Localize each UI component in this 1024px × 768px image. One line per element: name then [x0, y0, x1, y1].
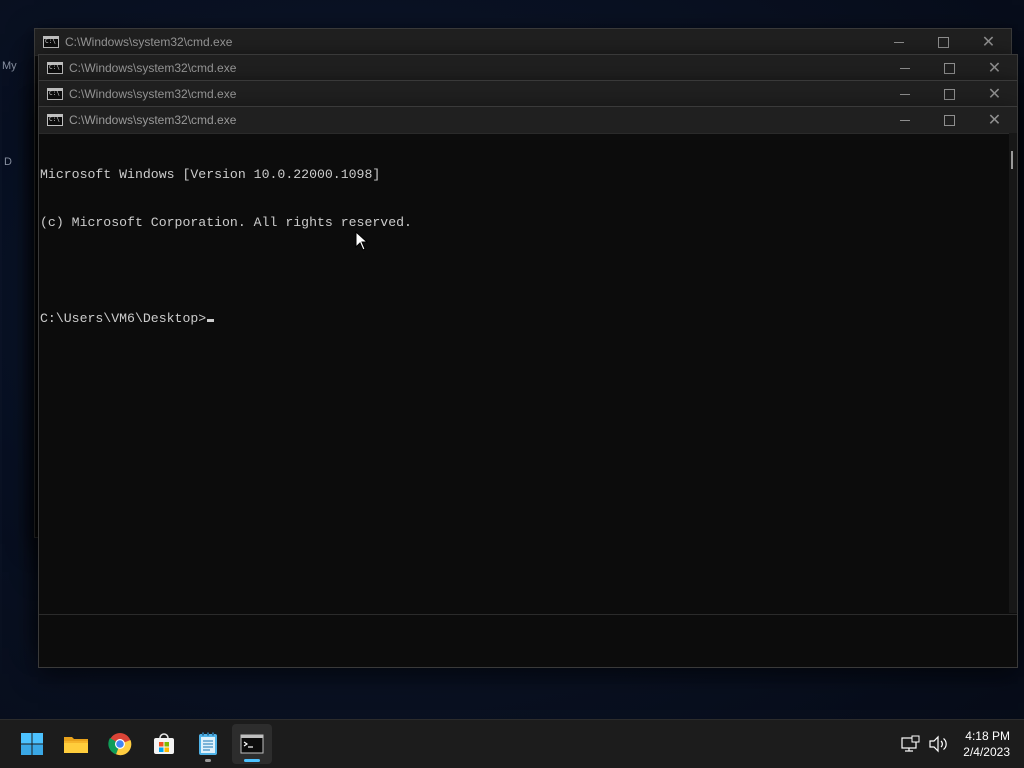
window-title: C:\Windows\system32\cmd.exe: [65, 35, 233, 49]
maximize-button[interactable]: [921, 29, 966, 55]
scrollbar-thumb[interactable]: [1011, 151, 1013, 169]
window-title: C:\Windows\system32\cmd.exe: [69, 113, 237, 127]
close-icon: ✕: [987, 58, 1002, 77]
minimize-button[interactable]: [882, 107, 927, 133]
maximize-icon: [944, 62, 955, 74]
taskbar-cmd-button[interactable]: [232, 724, 272, 764]
window-title: C:\Windows\system32\cmd.exe: [69, 87, 237, 101]
running-indicator: [205, 759, 211, 762]
start-icon: [21, 733, 43, 755]
maximize-button[interactable]: [927, 55, 972, 81]
chrome-icon: [108, 733, 132, 756]
clock-date: 2/4/2023: [963, 745, 1010, 759]
mouse-pointer-icon: [355, 231, 369, 251]
network-icon[interactable]: [900, 735, 920, 753]
close-icon: ✕: [987, 84, 1002, 103]
taskbar-chrome-button[interactable]: [100, 724, 140, 764]
minimize-icon: [899, 93, 910, 95]
maximize-icon: [938, 36, 949, 48]
maximize-button[interactable]: [927, 81, 972, 107]
window-title: C:\Windows\system32\cmd.exe: [69, 61, 237, 75]
volume-icon[interactable]: [928, 735, 948, 753]
maximize-icon: [944, 114, 955, 126]
taskbar-notepad-button[interactable]: [188, 724, 228, 764]
text-cursor: [207, 319, 215, 322]
taskbar-clock[interactable]: 4:18 PM 2/4/2023: [963, 728, 1010, 760]
minimize-icon: [893, 41, 904, 43]
microsoft-store-icon: [154, 733, 174, 754]
desktop-label-d: D: [4, 156, 12, 168]
system-tray: [900, 720, 948, 768]
console-output[interactable]: Microsoft Windows [Version 10.0.22000.10…: [39, 133, 1007, 613]
vertical-scrollbar[interactable]: [1009, 133, 1017, 613]
window-titlebar[interactable]: C:\Windows\system32\cmd.exe ✕: [39, 55, 1017, 82]
close-button[interactable]: ✕: [972, 81, 1017, 107]
command-prompt-icon: [240, 734, 264, 754]
console-line: Microsoft Windows [Version 10.0.22000.10…: [40, 167, 381, 182]
taskbar-store-button[interactable]: [144, 724, 184, 764]
minimize-button[interactable]: [876, 29, 921, 55]
window-titlebar[interactable]: C:\Windows\system32\cmd.exe ✕: [39, 107, 1017, 134]
close-icon: ✕: [981, 32, 996, 51]
minimize-icon: [899, 67, 910, 69]
active-indicator: [244, 759, 260, 762]
taskbar-start-button[interactable]: [12, 724, 52, 764]
console-line: (c) Microsoft Corporation. All rights re…: [40, 215, 412, 230]
console-prompt: C:\Users\VM6\Desktop>: [40, 311, 207, 326]
cmd-app-icon: [47, 114, 63, 126]
window-titlebar[interactable]: C:\Windows\system32\cmd.exe ✕: [35, 29, 1011, 56]
minimize-button[interactable]: [882, 55, 927, 81]
console-prompt-line[interactable]: C:\Users\VM6\Desktop>: [40, 311, 1007, 327]
close-button[interactable]: ✕: [966, 29, 1011, 55]
file-explorer-icon: [64, 737, 88, 753]
minimize-icon: [899, 119, 910, 121]
close-icon: ✕: [987, 110, 1002, 129]
minimize-button[interactable]: [882, 81, 927, 107]
desktop-label-my: My: [2, 60, 17, 72]
taskbar-file-explorer-button[interactable]: [56, 724, 96, 764]
cmd-app-icon: [47, 88, 63, 100]
close-button[interactable]: ✕: [972, 55, 1017, 81]
taskbar: 4:18 PM 2/4/2023: [0, 719, 1024, 768]
close-button[interactable]: ✕: [972, 107, 1017, 133]
notepad-icon: [199, 732, 217, 755]
cmd-app-icon: [43, 36, 59, 48]
console-footer-area: [39, 614, 1017, 667]
window-titlebar[interactable]: C:\Windows\system32\cmd.exe ✕: [39, 81, 1017, 108]
cmd-app-icon: [47, 62, 63, 74]
clock-time: 4:18 PM: [965, 729, 1010, 743]
maximize-icon: [944, 88, 955, 100]
cmd-window-active[interactable]: C:\Windows\system32\cmd.exe ✕ Microsoft …: [38, 106, 1018, 668]
maximize-button[interactable]: [927, 107, 972, 133]
